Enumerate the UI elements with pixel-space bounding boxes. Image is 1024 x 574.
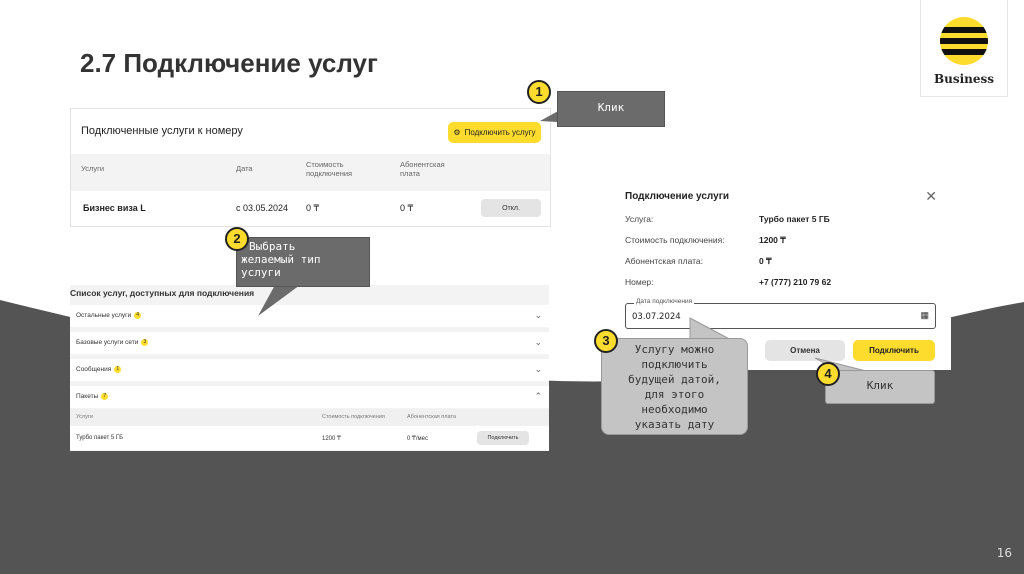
callout-2: Выбрать желаемый тип услуги [236, 237, 370, 287]
page-number: 16 [996, 546, 1012, 560]
callout-line: Выбрать [249, 240, 296, 253]
step-badge-3: 3 [594, 329, 618, 353]
callout-line: желаемый тип [241, 253, 321, 266]
callout-text: Клик [597, 101, 625, 114]
callout-4: Клик [825, 370, 935, 404]
step-badge-4: 4 [816, 362, 840, 386]
callout-line: будущей датой, [628, 373, 721, 386]
callout-line: указать дату [634, 418, 715, 431]
callout-pointers [258, 110, 871, 373]
callout-text: Клик [866, 379, 894, 392]
callout-3: Услугу можно подключить будущей датой, д… [601, 338, 748, 435]
callout-1: Клик [557, 91, 665, 127]
callout-line: подключить [641, 358, 708, 371]
step-badge-1: 1 [527, 80, 551, 104]
callout-line: необходимо [641, 403, 708, 416]
callout-line: Услугу можно [634, 343, 715, 356]
callout-line: для этого [644, 388, 705, 401]
callout-line: услуги [241, 266, 281, 279]
step-badge-2: 2 [225, 227, 249, 251]
